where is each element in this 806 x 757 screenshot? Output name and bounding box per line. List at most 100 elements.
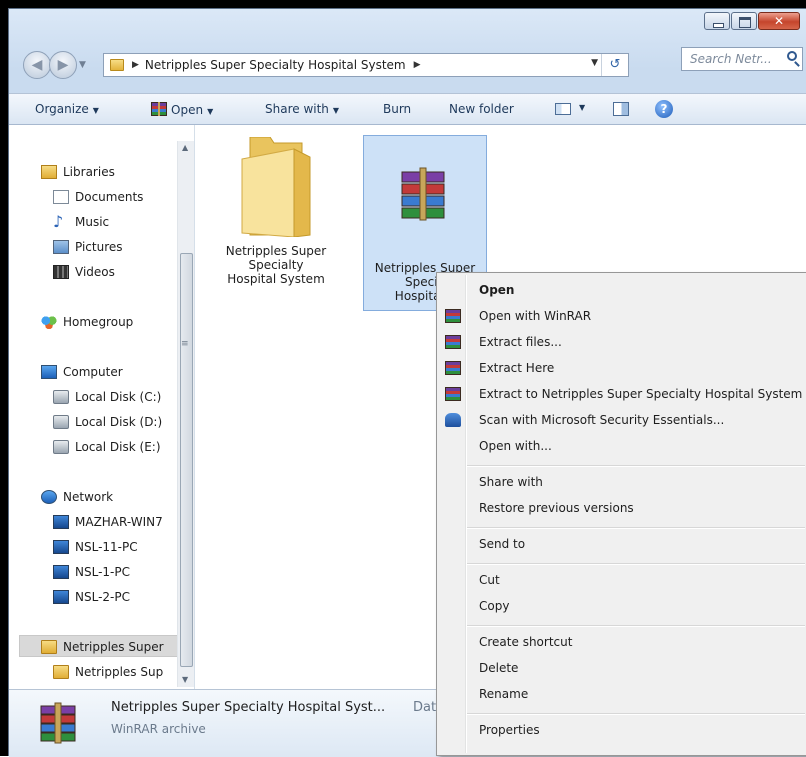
preview-pane-icon[interactable] (613, 102, 629, 116)
breadcrumb-arrow-icon[interactable]: ▶ (414, 60, 421, 70)
new-folder-button[interactable]: New folder (449, 102, 514, 116)
share-with-button[interactable]: Share with ▼ (265, 102, 339, 116)
menu-item-extract-to[interactable]: Extract to Netripples Super Specialty Ho… (479, 387, 802, 401)
sidebar-item-libraries[interactable]: Libraries (41, 165, 115, 179)
sidebar-item-label: Pictures (75, 240, 123, 254)
file-name-line: Hospital System (227, 272, 325, 286)
sidebar-item-music[interactable]: Music (53, 215, 109, 229)
navigation-scrollbar[interactable]: ▲ ≡ ▼ (177, 141, 194, 687)
sidebar-item-disk-c[interactable]: Local Disk (C:) (53, 390, 161, 404)
scroll-grip-icon: ≡ (181, 339, 189, 349)
sidebar-item-network[interactable]: Network (41, 490, 113, 504)
sidebar-item-pc[interactable]: MAZHAR-WIN7 (53, 515, 163, 529)
menu-item-create-shortcut[interactable]: Create shortcut (479, 635, 572, 649)
sidebar-item-videos[interactable]: Videos (53, 265, 115, 279)
sidebar-item-homegroup[interactable]: Homegroup (41, 315, 133, 329)
sidebar-item-documents[interactable]: Documents (53, 190, 143, 204)
menu-item-properties[interactable]: Properties (479, 723, 540, 737)
menu-item-open-with-winrar[interactable]: Open with WinRAR (479, 309, 591, 323)
pc-icon (53, 565, 69, 579)
organize-button[interactable]: Organize ▼ (35, 102, 99, 116)
menu-item-share-with[interactable]: Share with (479, 475, 543, 489)
menu-item-open[interactable]: Open (479, 283, 514, 297)
search-input[interactable]: Search Netr... (681, 47, 803, 71)
winrar-icon (445, 309, 461, 323)
pc-icon (53, 515, 69, 529)
winrar-icon (445, 361, 461, 375)
scroll-up-icon[interactable]: ▲ (182, 143, 188, 152)
screen-top-border (0, 0, 806, 8)
menu-item-delete[interactable]: Delete (479, 661, 518, 675)
breadcrumb-current-folder[interactable]: Netripples Super Specialty Hospital Syst… (145, 58, 406, 72)
sidebar-item-label: NSL-1-PC (75, 565, 130, 579)
menu-separator (467, 625, 805, 627)
chevron-down-icon: ▼ (92, 106, 99, 115)
folder-item[interactable]: Netripples Super Specialty Hospital Syst… (213, 135, 339, 319)
forward-button[interactable]: ▶ (49, 51, 77, 79)
sidebar-item-label: Music (75, 215, 110, 229)
sidebar-item-pc[interactable]: NSL-11-PC (53, 540, 138, 554)
chevron-down-icon: ▼ (332, 106, 340, 115)
maximize-button[interactable] (731, 12, 757, 30)
menu-item-rename[interactable]: Rename (479, 687, 528, 701)
breadcrumb-arrow-icon[interactable]: ▶ (132, 60, 139, 70)
navigation-pane: Libraries Documents Music Pictures Video… (9, 125, 195, 689)
menu-item-extract-here[interactable]: Extract Here (479, 361, 554, 375)
sidebar-item-pc[interactable]: NSL-1-PC (53, 565, 130, 579)
refresh-icon[interactable]: ↺ (601, 54, 628, 76)
documents-icon (53, 190, 69, 204)
open-label: Open (171, 103, 204, 117)
scrollbar-thumb[interactable] (180, 253, 193, 667)
address-bar[interactable]: ▶ Netripples Super Specialty Hospital Sy… (103, 53, 629, 77)
drive-icon (53, 415, 69, 429)
menu-item-send-to[interactable]: Send to (479, 537, 525, 551)
menu-separator (467, 465, 805, 467)
sidebar-item-disk-d[interactable]: Local Disk (D:) (53, 415, 162, 429)
sidebar-item-label: Videos (75, 265, 115, 279)
help-icon[interactable]: ? (655, 100, 673, 118)
menu-separator (467, 527, 805, 529)
back-button[interactable]: ◀ (23, 51, 51, 79)
menu-item-open-with[interactable]: Open with... (479, 439, 552, 453)
minimize-button[interactable] (704, 12, 730, 30)
recent-pages-dropdown-icon[interactable]: ▼ (79, 60, 86, 70)
file-name-line: Specialty (248, 258, 304, 272)
close-button[interactable] (758, 12, 800, 30)
search-icon[interactable] (787, 51, 797, 61)
menu-item-cut[interactable]: Cut (479, 573, 500, 587)
sidebar-item-label: Documents (75, 190, 144, 204)
chevron-down-icon: ▼ (207, 107, 214, 116)
sidebar-item-subfolder[interactable]: Netripples Sup (53, 665, 163, 679)
sidebar-item-pictures[interactable]: Pictures (53, 240, 123, 254)
pc-icon (53, 590, 69, 604)
winrar-icon (445, 335, 461, 349)
sidebar-item-label: Local Disk (C:) (75, 390, 162, 404)
menu-item-extract-files[interactable]: Extract files... (479, 335, 562, 349)
burn-button[interactable]: Burn (383, 102, 411, 116)
homegroup-icon (41, 315, 57, 329)
sidebar-item-selected-folder[interactable]: Netripples Super (41, 640, 164, 654)
menu-separator (467, 713, 805, 715)
menu-item-scan[interactable]: Scan with Microsoft Security Essentials.… (479, 413, 724, 427)
sidebar-item-label: NSL-2-PC (75, 590, 130, 604)
open-button[interactable]: Open ▼ (151, 102, 213, 117)
menu-item-restore-previous-versions[interactable]: Restore previous versions (479, 501, 634, 515)
sidebar-item-disk-e[interactable]: Local Disk (E:) (53, 440, 161, 454)
videos-icon (53, 265, 69, 279)
screen-left-border (0, 0, 8, 756)
computer-icon (41, 365, 57, 379)
change-view-icon[interactable] (555, 103, 571, 115)
drive-icon (53, 440, 69, 454)
view-dropdown-icon[interactable]: ▼ (579, 103, 585, 112)
sidebar-item-computer[interactable]: Computer (41, 365, 123, 379)
libraries-icon (41, 165, 57, 179)
file-name-line: Netripples Super (225, 244, 327, 258)
pictures-icon (53, 240, 69, 254)
context-menu: Open Open with WinRAR Extract files... E… (436, 272, 806, 756)
sidebar-item-label: Network (63, 490, 114, 504)
scroll-down-icon[interactable]: ▼ (182, 675, 188, 684)
sidebar-item-pc[interactable]: NSL-2-PC (53, 590, 130, 604)
address-dropdown-icon[interactable]: ▼ (591, 58, 598, 68)
menu-item-copy[interactable]: Copy (479, 599, 509, 613)
folder-icon (41, 640, 57, 654)
